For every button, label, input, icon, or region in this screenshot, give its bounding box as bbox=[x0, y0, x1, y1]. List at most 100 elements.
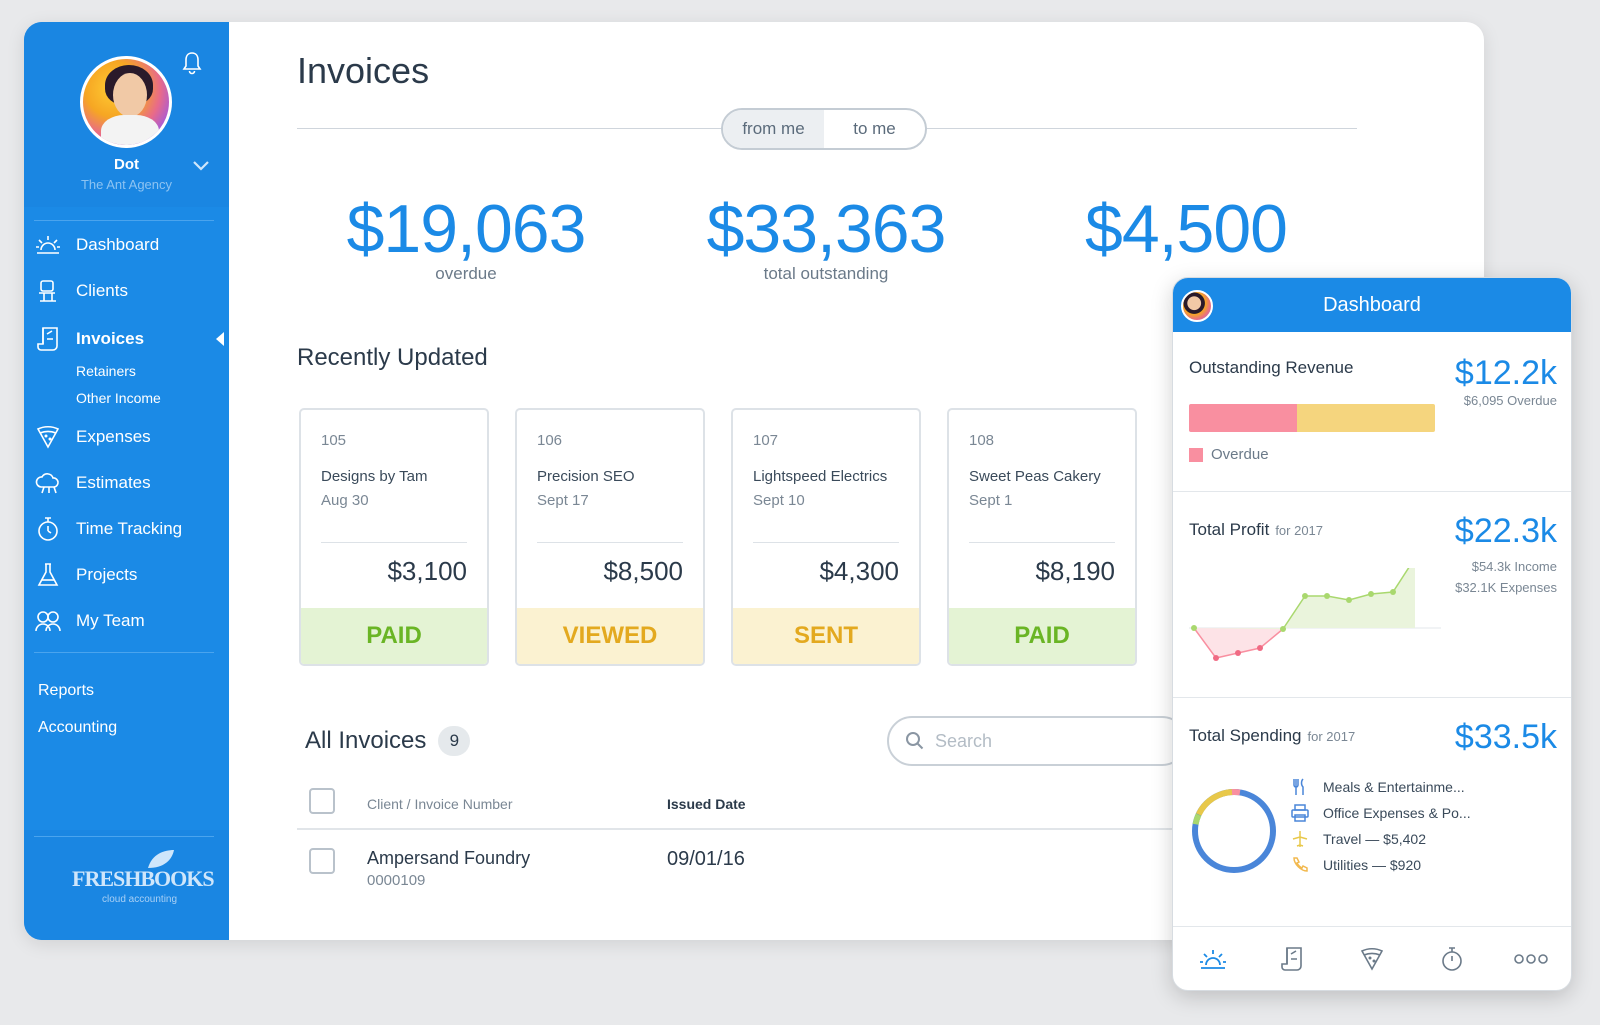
mobile-tab-bar bbox=[1173, 926, 1571, 990]
spending-item[interactable]: Meals & Entertainme... bbox=[1291, 774, 1471, 800]
column-header-issued-date[interactable]: Issued Date bbox=[667, 796, 746, 812]
mobile-header: Dashboard bbox=[1173, 278, 1571, 332]
invoice-date: Sept 1 bbox=[969, 492, 1013, 509]
stopwatch-icon bbox=[34, 516, 62, 542]
sidebar-divider bbox=[34, 836, 214, 837]
row-invoice-number: 0000109 bbox=[367, 872, 426, 889]
sidebar-item-label: Invoices bbox=[76, 329, 145, 348]
direction-toggle: from me to me bbox=[721, 108, 927, 150]
tab-invoices[interactable] bbox=[1275, 942, 1309, 976]
stat-amount: $19,063 bbox=[346, 191, 587, 267]
select-all-checkbox[interactable] bbox=[309, 788, 335, 814]
sidebar-item-label: Dashboard bbox=[76, 235, 160, 254]
cloud-icon bbox=[34, 470, 62, 496]
outstanding-revenue-value: $12.2k bbox=[1454, 354, 1557, 392]
profit-point bbox=[1235, 650, 1241, 656]
phone-icon bbox=[1291, 856, 1309, 874]
sidebar-item-estimates[interactable]: Estimates bbox=[34, 468, 151, 498]
row-checkbox[interactable] bbox=[309, 848, 335, 874]
invoice-amount: $8,190 bbox=[1035, 556, 1115, 586]
sidebar-item-time-tracking[interactable]: Time Tracking bbox=[34, 514, 182, 544]
revenue-bar-overdue bbox=[1189, 404, 1298, 432]
sidebar-item-projects[interactable]: Projects bbox=[34, 560, 137, 590]
status-badge: PAID bbox=[949, 608, 1135, 664]
page-title: Invoices bbox=[297, 50, 430, 91]
toggle-to-me[interactable]: to me bbox=[824, 110, 925, 148]
company-name: The Ant Agency bbox=[80, 177, 173, 192]
total-spending-title: Total Spending bbox=[1189, 726, 1302, 745]
stat-total-outstanding[interactable]: $33,363 total outstanding bbox=[646, 190, 1006, 284]
invoice-card[interactable]: 108 Sweet Peas Cakery Sept 1 $8,190 PAID bbox=[947, 408, 1137, 666]
all-invoices-title: All Invoices bbox=[305, 727, 427, 754]
tab-more[interactable] bbox=[1514, 942, 1548, 976]
spending-item[interactable]: Utilities — $920 bbox=[1291, 852, 1471, 878]
sidebar-footer: FRESHBOOKS cloud accounting bbox=[24, 830, 229, 940]
search-input[interactable] bbox=[935, 730, 1135, 752]
invoice-amount: $8,500 bbox=[603, 556, 683, 586]
spending-item-label: Office Expenses & Po... bbox=[1323, 805, 1471, 821]
invoice-date: Sept 10 bbox=[753, 492, 805, 509]
invoice-card[interactable]: 107 Lightspeed Electrics Sept 10 $4,300 … bbox=[731, 408, 921, 666]
sidebar-subitem-other-income[interactable]: Other Income bbox=[76, 390, 161, 406]
stopwatch-icon bbox=[1441, 946, 1462, 971]
spending-item-label: Utilities — $920 bbox=[1323, 857, 1422, 873]
spending-legend: Meals & Entertainme... Office Expenses &… bbox=[1291, 774, 1471, 878]
invoice-client: Lightspeed Electrics bbox=[753, 468, 888, 485]
pizza-icon bbox=[34, 424, 62, 450]
sidebar-item-expenses[interactable]: Expenses bbox=[34, 422, 151, 452]
spending-donut-chart bbox=[1192, 789, 1276, 873]
invoice-card[interactable]: 106 Precision SEO Sept 17 $8,500 VIEWED bbox=[515, 408, 705, 666]
sidebar-item-invoices[interactable]: Invoices bbox=[34, 324, 144, 354]
spending-item[interactable]: Travel — $5,402 bbox=[1291, 826, 1471, 852]
sidebar-item-label: Projects bbox=[76, 565, 138, 584]
card-divider bbox=[537, 542, 683, 543]
search-box bbox=[887, 716, 1187, 766]
stat-overdue[interactable]: $19,063 overdue bbox=[286, 190, 646, 284]
profit-point bbox=[1346, 597, 1352, 603]
donut-segment-office bbox=[1192, 789, 1276, 873]
chevron-down-icon[interactable] bbox=[192, 160, 210, 172]
desk-icon bbox=[34, 278, 62, 304]
sidebar-item-my-team[interactable]: My Team bbox=[34, 606, 145, 636]
fork-knife-icon bbox=[1291, 778, 1309, 796]
spending-item-label: Travel — $5,402 bbox=[1323, 831, 1426, 847]
avatar[interactable] bbox=[80, 56, 172, 148]
column-header-client[interactable]: Client / Invoice Number bbox=[367, 796, 513, 812]
pizza-icon bbox=[1360, 947, 1384, 971]
total-spending-period: for 2017 bbox=[1307, 729, 1356, 744]
team-icon bbox=[34, 608, 62, 634]
invoice-number: 108 bbox=[969, 432, 995, 449]
outstanding-revenue-label: Outstanding Revenue bbox=[1189, 358, 1354, 377]
bell-icon[interactable] bbox=[180, 50, 204, 76]
sidebar-subitem-retainers[interactable]: Retainers bbox=[76, 363, 136, 379]
revenue-bar-remaining bbox=[1297, 404, 1435, 432]
profit-expenses: $32.1K Expenses bbox=[1455, 580, 1557, 595]
profit-point bbox=[1302, 593, 1308, 599]
total-profit-value: $22.3k bbox=[1454, 512, 1557, 550]
invoice-amount: $3,100 bbox=[387, 556, 467, 586]
sidebar-item-clients[interactable]: Clients bbox=[34, 276, 128, 306]
tab-dashboard[interactable] bbox=[1196, 942, 1230, 976]
tab-expenses[interactable] bbox=[1355, 942, 1389, 976]
stat-third[interactable]: $4,500 bbox=[1006, 190, 1366, 267]
sidebar-divider bbox=[34, 652, 214, 653]
invoice-card[interactable]: 105 Designs by Tam Aug 30 $3,100 PAID bbox=[299, 408, 489, 666]
sidebar-link-reports[interactable]: Reports bbox=[38, 682, 94, 700]
freshbooks-logo[interactable]: FRESHBOOKS bbox=[72, 866, 215, 892]
sidebar-item-dashboard[interactable]: Dashboard bbox=[34, 230, 159, 260]
stat-amount: $33,363 bbox=[706, 191, 947, 267]
profit-point bbox=[1390, 589, 1396, 595]
more-icon bbox=[1514, 953, 1548, 964]
total-profit-title: Total Profit bbox=[1189, 520, 1270, 539]
profit-point bbox=[1324, 593, 1330, 599]
invoice-number: 107 bbox=[753, 432, 779, 449]
donut-segment-travel bbox=[1192, 789, 1276, 873]
tab-time-tracking[interactable] bbox=[1435, 942, 1469, 976]
invoice-date: Sept 17 bbox=[537, 492, 589, 509]
sidebar-link-accounting[interactable]: Accounting bbox=[38, 719, 117, 737]
spending-item[interactable]: Office Expenses & Po... bbox=[1291, 800, 1471, 826]
toggle-from-me[interactable]: from me bbox=[723, 110, 824, 148]
status-badge: VIEWED bbox=[517, 608, 703, 664]
all-invoices-header: All Invoices 9 bbox=[305, 726, 471, 756]
card-divider bbox=[753, 542, 899, 543]
